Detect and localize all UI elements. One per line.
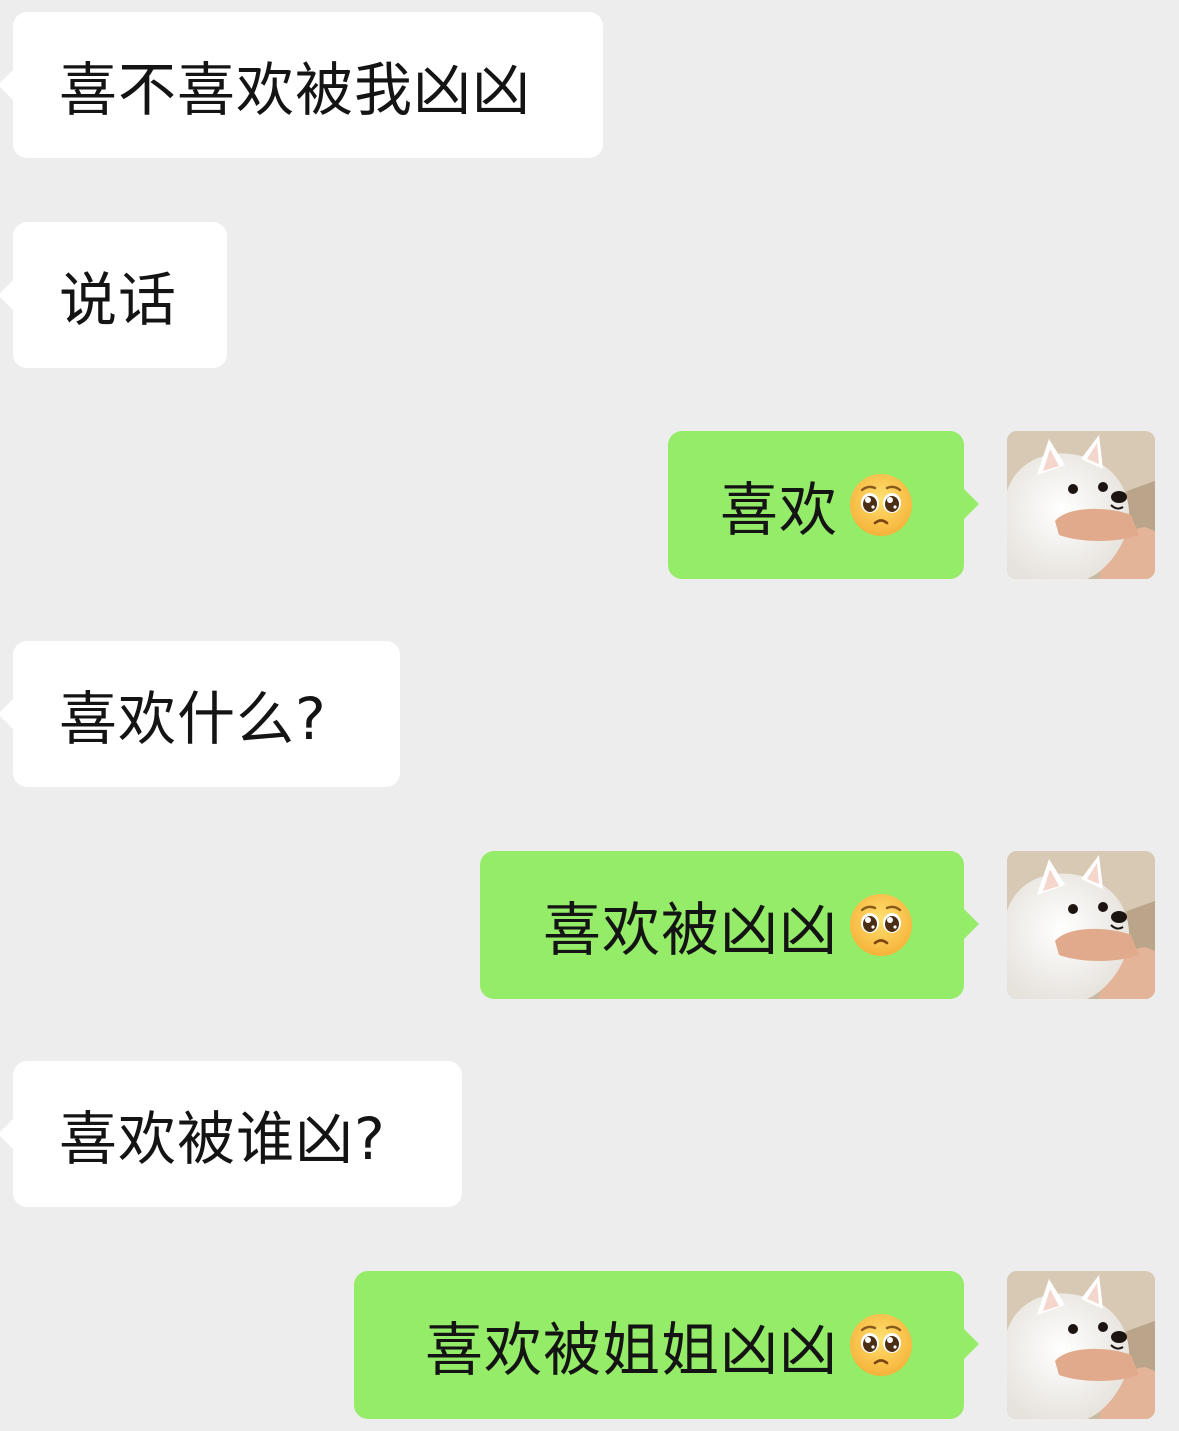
message-text: 说话 — [59, 266, 178, 334]
bubble-tail — [0, 69, 14, 101]
bubble-tail — [0, 698, 14, 730]
pleading-face-icon — [848, 1312, 914, 1378]
pleading-face-icon — [848, 472, 914, 538]
outgoing-message-bubble[interactable]: 喜欢被凶凶 — [480, 851, 964, 999]
outgoing-message-bubble[interactable]: 喜欢 — [668, 431, 964, 579]
message-text: 喜欢 — [719, 476, 838, 544]
samoyed-dog-avatar-icon[interactable] — [1007, 431, 1155, 579]
message-text: 喜不喜欢被我凶凶 — [59, 56, 532, 124]
outgoing-message-bubble[interactable]: 喜欢被姐姐凶凶 — [354, 1271, 964, 1419]
bubble-tail — [963, 908, 979, 940]
incoming-message-bubble[interactable]: 喜不喜欢被我凶凶 — [13, 12, 603, 158]
samoyed-dog-avatar-icon[interactable] — [1007, 851, 1155, 999]
message-row: 说话 — [0, 222, 1179, 368]
incoming-message-bubble[interactable]: 喜欢被谁凶? — [13, 1061, 462, 1207]
message-row: 喜欢什么? — [0, 641, 1179, 787]
samoyed-dog-avatar-icon[interactable] — [1007, 1271, 1155, 1419]
message-text: 喜欢被谁凶? — [59, 1105, 386, 1173]
message-row: 喜不喜欢被我凶凶 — [0, 12, 1179, 158]
bubble-tail — [963, 1328, 979, 1360]
message-row: 喜欢被凶凶 — [0, 851, 1179, 999]
message-text: 喜欢什么? — [59, 685, 327, 753]
message-text: 喜欢被姐姐凶凶 — [424, 1316, 838, 1384]
incoming-message-bubble[interactable]: 喜欢什么? — [13, 641, 400, 787]
message-row: 喜欢 — [0, 431, 1179, 579]
bubble-tail — [0, 279, 14, 311]
bubble-tail — [0, 1118, 14, 1150]
message-row: 喜欢被姐姐凶凶 — [0, 1271, 1179, 1419]
incoming-message-bubble[interactable]: 说话 — [13, 222, 227, 368]
message-text: 喜欢被凶凶 — [542, 896, 838, 964]
pleading-face-icon — [848, 892, 914, 958]
message-row: 喜欢被谁凶? — [0, 1061, 1179, 1207]
bubble-tail — [963, 488, 979, 520]
